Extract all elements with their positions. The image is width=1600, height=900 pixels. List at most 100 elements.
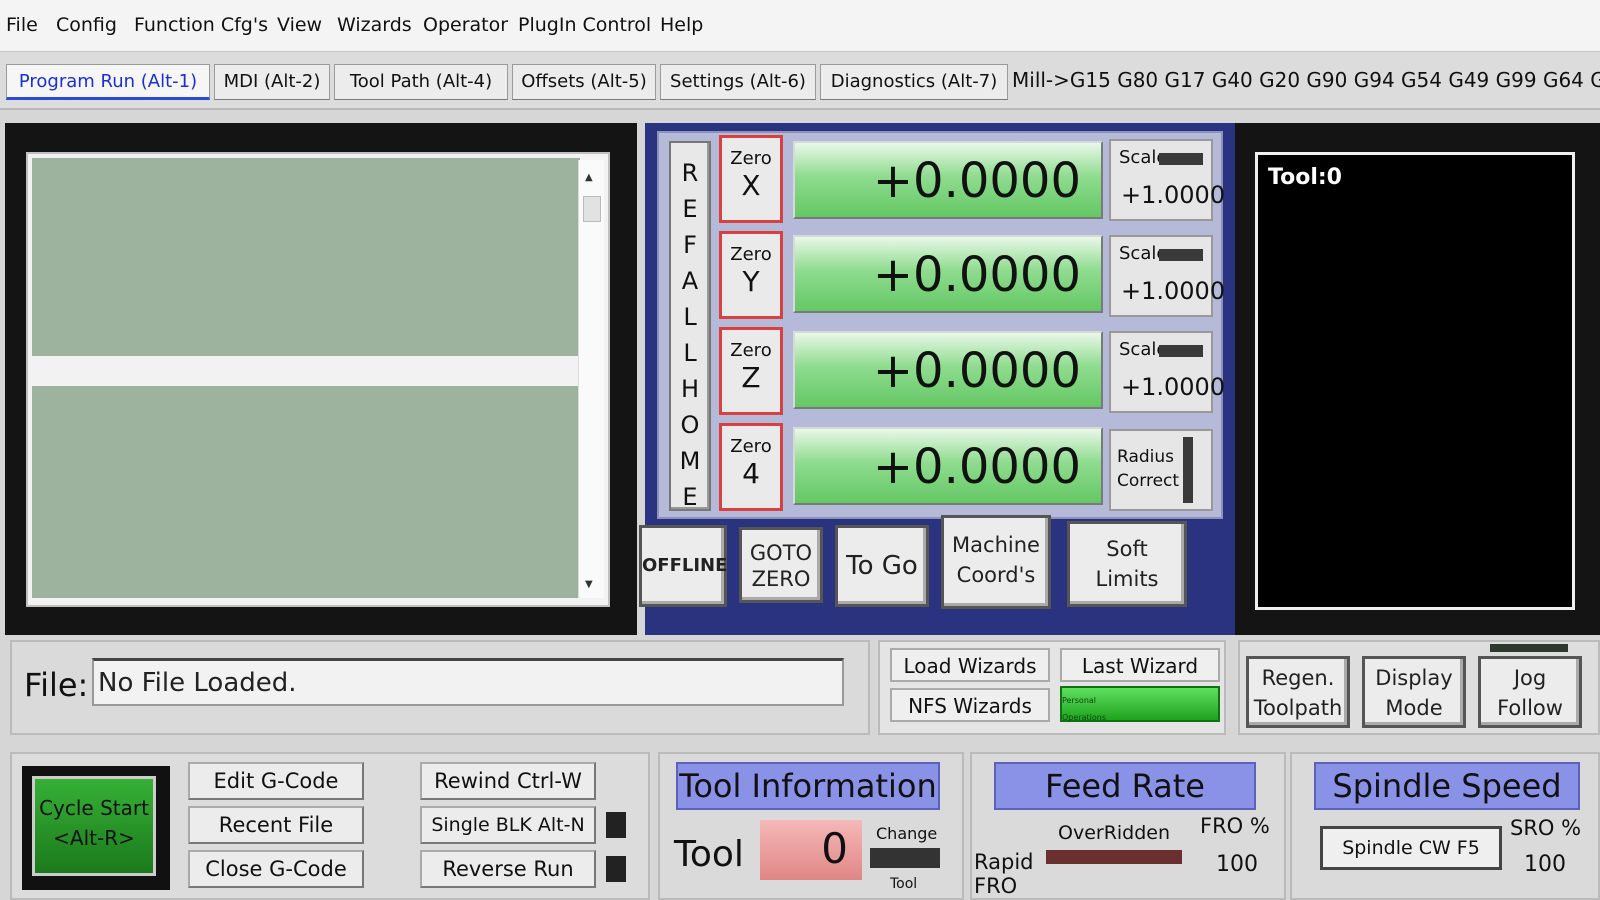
radius-correct-button[interactable]: Radius Correct [1109,429,1213,511]
zero-x-button[interactable]: Zero X [719,135,783,223]
fro-percent-label: FRO % [1200,814,1270,838]
zero-y-label: Zero [730,244,772,265]
nfs-wizards-button[interactable]: NFS Wizards [890,688,1050,722]
scroll-up-icon[interactable]: ▲ [585,172,593,183]
tab-tool-path[interactable]: Tool Path (Alt-4) [334,64,508,100]
toolpath-tool-label: Tool:0 [1268,165,1342,190]
menu-view[interactable]: View [277,14,322,36]
sro-percent-label: SRO % [1510,816,1582,840]
tab-mdi[interactable]: MDI (Alt-2) [214,64,330,100]
reverse-run-button[interactable]: Reverse Run [420,850,596,888]
scale-y-value: +1.0000 [1121,277,1226,305]
change-tool-label: Change [876,824,938,843]
fro-percent-value: 100 [1216,852,1258,877]
menu-function-cfgs[interactable]: Function Cfg's [134,14,268,36]
tab-program-run[interactable]: Program Run (Alt-1) [6,64,210,100]
machine-coords-button[interactable]: Machine Coord's [941,515,1051,609]
personal-operations-button[interactable]: Personal Operations [1060,686,1220,722]
recent-file-button[interactable]: Recent File [188,806,364,844]
regen-line1: Regen. [1261,666,1335,690]
menu-wizards[interactable]: Wizards [337,14,412,36]
file-path-field[interactable]: No File Loaded. [92,658,844,706]
regen-line2: Toolpath [1253,696,1343,720]
scale-z[interactable]: Scale +1.0000 [1109,331,1225,413]
display-mode-line2: Mode [1385,696,1443,720]
zero-y-button[interactable]: Zero Y [719,231,783,319]
personal-operations-line2: Operations [1062,713,1106,722]
radius-correct-label: Radius Correct [1117,447,1180,491]
menu-config[interactable]: Config [56,14,117,36]
menu-file[interactable]: File [6,14,38,36]
file-label: File: [24,666,89,704]
tool-label: Tool [674,834,744,875]
spindle-cw-button[interactable]: Spindle CW F5 [1320,826,1502,870]
rapid-fro-label: Rapid [974,850,1034,874]
zero-4-label: Zero [730,436,772,457]
tool-info-title: Tool Information [676,762,940,810]
tab-settings[interactable]: Settings (Alt-6) [660,64,816,100]
rewind-button[interactable]: Rewind Ctrl-W [420,762,596,800]
gcode-list-area-bottom [32,386,580,598]
radius-correct-led [1183,437,1193,503]
dro-z-value[interactable]: +0.0000 [793,331,1103,409]
cycle-start-line2: <Alt-R> [53,826,135,850]
menu-operator[interactable]: Operator [423,14,508,36]
personal-operations-line1: Personal [1062,696,1097,705]
zero-4-button[interactable]: Zero 4 [719,423,783,511]
jog-follow-button[interactable]: Jog Follow [1478,656,1582,728]
scroll-down-icon[interactable]: ▼ [585,579,593,590]
modal-gcode-state: Mill->G15 G80 G17 G40 G20 G90 G94 G54 G4… [1012,68,1600,92]
spindle-speed-title: Spindle Speed [1314,762,1580,810]
ref-all-home-label: REFALLHOME [679,159,701,511]
scale-y[interactable]: Scale +1.0000 [1109,235,1225,317]
scale-y-led [1159,249,1203,261]
cycle-start-button[interactable]: Cycle Start <Alt-R> [32,776,156,876]
scroll-thumb[interactable] [583,196,601,222]
gcode-scrollbar[interactable]: ▲ ▼ [578,160,604,598]
tab-offsets[interactable]: Offsets (Alt-5) [512,64,656,100]
load-wizards-button[interactable]: Load Wizards [890,648,1050,682]
menu-plugin-control[interactable]: PlugIn Control [518,14,651,36]
ref-all-home-button[interactable]: REFALLHOME [669,141,711,511]
zero-z-axis: Z [741,361,761,394]
program-controls: Cycle Start <Alt-R> Edit G-Code Recent F… [10,752,650,900]
scale-z-value: +1.0000 [1121,373,1226,401]
dro-x-value[interactable]: +0.0000 [793,141,1103,219]
menu-help[interactable]: Help [660,14,703,36]
scale-x[interactable]: Scale +1.0000 [1109,139,1225,221]
goto-zero-button[interactable]: GOTO ZERO [739,527,823,603]
single-blk-button[interactable]: Single BLK Alt-N [420,806,596,844]
jog-follow-line1: Jog [1513,666,1547,690]
cycle-start-frame: Cycle Start <Alt-R> [22,766,170,890]
soft-limits-line2: Limits [1095,567,1159,591]
to-go-button[interactable]: To Go [835,525,929,607]
display-mode-button[interactable]: Display Mode [1362,656,1466,728]
machine-coords-line2: Coord's [956,563,1036,587]
zero-z-label: Zero [730,340,772,361]
regen-toolpath-button[interactable]: Regen. Toolpath [1246,656,1350,728]
dro-4-value[interactable]: +0.0000 [793,427,1103,505]
jog-follow-led [1490,644,1568,652]
wizard-panel: Load Wizards Last Wizard NFS Wizards Per… [878,640,1226,735]
tool-number-field[interactable]: 0 [760,820,862,880]
offline-button[interactable]: OFFLINE [639,525,727,607]
close-gcode-button[interactable]: Close G-Code [188,850,364,888]
scale-x-value: +1.0000 [1121,181,1226,209]
change-tool-led[interactable] [870,848,940,868]
spindle-speed-panel: Spindle Speed Spindle CW F5 SRO % 100 [1290,752,1600,900]
gcode-list[interactable]: ▲ ▼ [26,152,610,607]
tool-info-panel: Tool Information Tool 0 Change Tool [658,752,964,900]
edit-gcode-button[interactable]: Edit G-Code [188,762,364,800]
single-blk-led [606,812,626,838]
dro-y-value[interactable]: +0.0000 [793,235,1103,313]
zero-z-button[interactable]: Zero Z [719,327,783,415]
last-wizard-button[interactable]: Last Wizard [1060,648,1220,682]
goto-zero-line1: GOTO [749,541,813,565]
dro-inner: REFALLHOME Zero X +0.0000 Scale +1.0000 … [657,131,1225,519]
tab-diagnostics[interactable]: Diagnostics (Alt-7) [820,64,1008,100]
toolpath-display[interactable]: Tool:0 [1255,152,1575,610]
scale-x-led [1159,153,1203,165]
feed-rate-panel: Feed Rate OverRidden FRO % 100 Rapid FRO [970,752,1286,900]
soft-limits-button[interactable]: Soft Limits [1067,521,1187,607]
display-mode-line1: Display [1375,666,1453,690]
